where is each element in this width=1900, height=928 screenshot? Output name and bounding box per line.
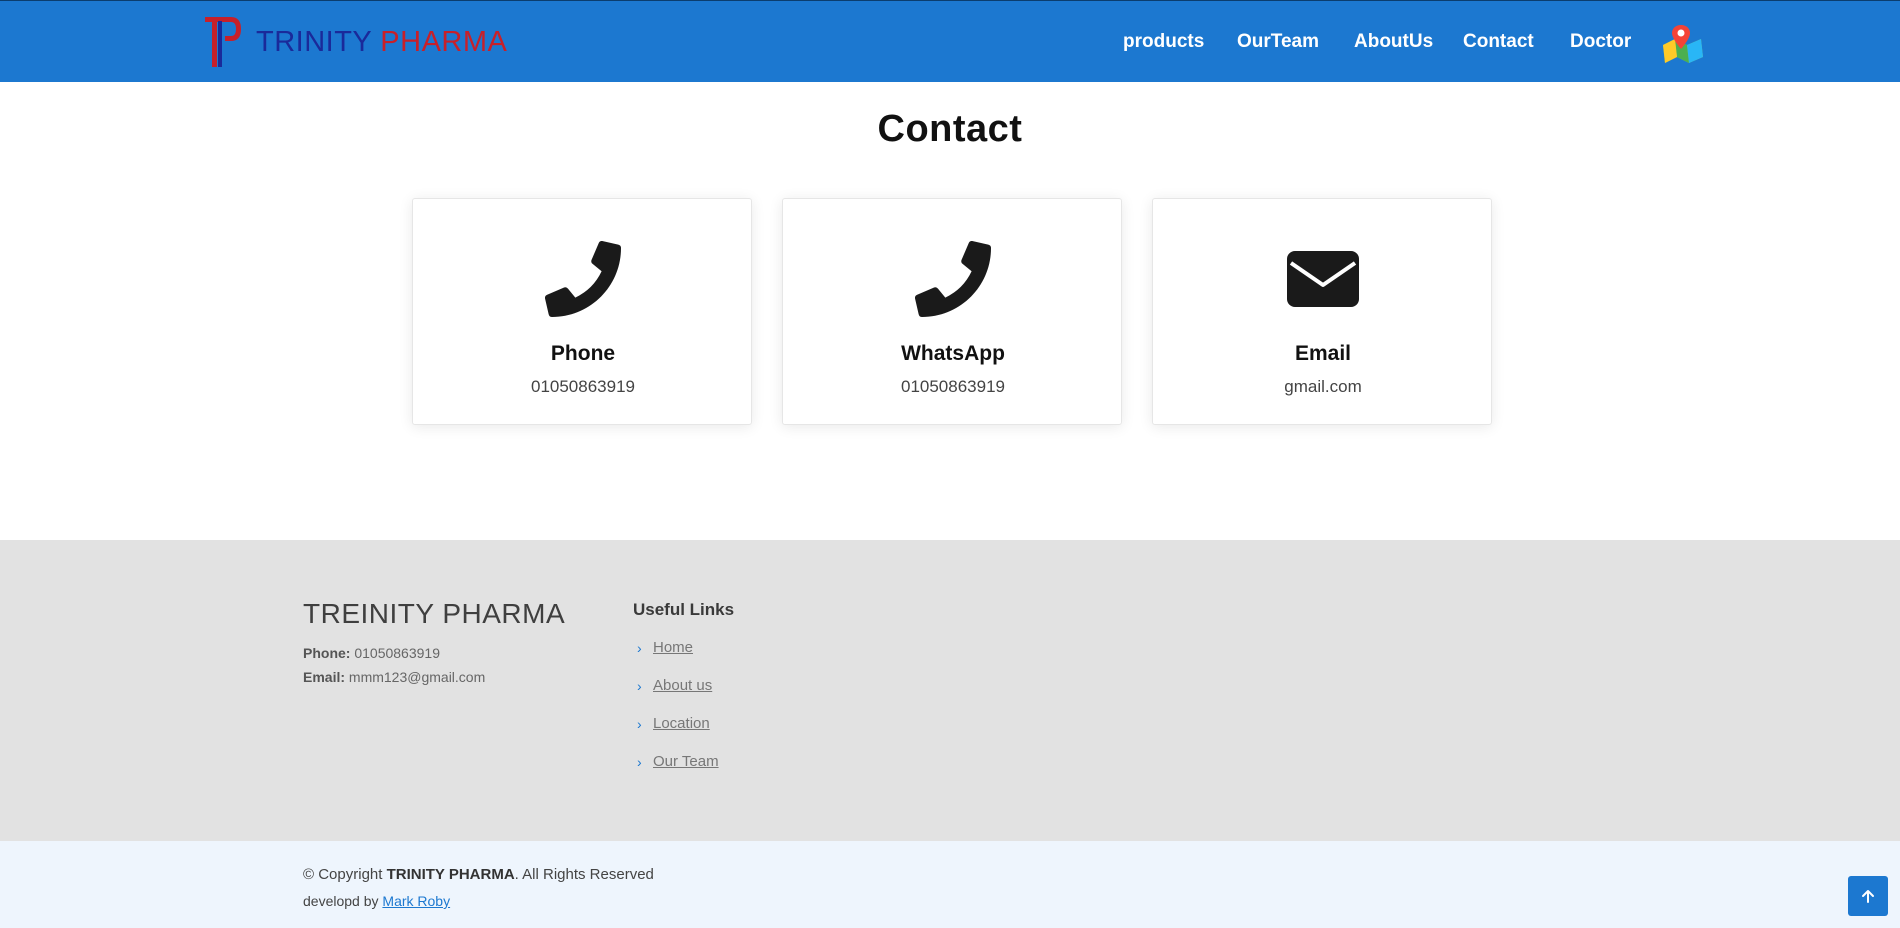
footer-email: Email: mmm123@gmail.com <box>303 669 485 685</box>
card-value: 01050863919 <box>530 377 635 396</box>
chevron-right-icon: › <box>637 715 642 732</box>
footer-link-home[interactable]: › Home <box>637 639 693 656</box>
footer-link-about[interactable]: › About us <box>637 677 712 694</box>
chevron-right-icon: › <box>637 677 642 694</box>
footer-link-location[interactable]: › Location <box>637 715 710 732</box>
developer-link[interactable]: Mark Roby <box>382 893 450 909</box>
footer-phone-value: 01050863919 <box>354 645 440 661</box>
nav-link-aboutus[interactable]: AboutUs <box>1354 31 1433 53</box>
contact-card-email: Email gmail.com <box>1152 198 1492 425</box>
page-title: Contact <box>877 108 1023 150</box>
footer-link-label[interactable]: About us <box>653 677 712 694</box>
footer-brand: TREINITY PHARMA <box>303 598 566 629</box>
developer-prefix: developd by <box>303 893 379 909</box>
site-footer: TREINITY PHARMA Phone: 01050863919 Email… <box>0 540 1900 841</box>
logo-mark-icon <box>205 17 241 67</box>
copyright-prefix: © Copyright <box>303 866 383 883</box>
phone-icon <box>545 241 621 317</box>
footer-link-ourteam[interactable]: › Our Team <box>637 753 719 770</box>
copyright-bar: © Copyright TRINITY PHARMA. All Rights R… <box>0 841 1900 928</box>
footer-phone-label: Phone: <box>303 645 351 661</box>
card-title: Phone <box>550 342 616 365</box>
nav-link-contact[interactable]: Contact <box>1463 31 1534 53</box>
copyright-suffix: . All Rights Reserved <box>514 866 654 883</box>
map-pin-icon[interactable] <box>1661 23 1705 63</box>
brand-logo[interactable]: TRINITY PHARMA <box>203 15 507 69</box>
card-title: Email <box>1294 342 1352 365</box>
card-title: WhatsApp <box>901 342 1005 365</box>
brand-word-1: TRINITY <box>256 26 373 58</box>
arrow-up-icon <box>1862 890 1874 903</box>
brand-name: TRINITY PHARMA <box>256 15 507 69</box>
nav-link-products[interactable]: products <box>1123 31 1204 53</box>
footer-link-label[interactable]: Our Team <box>653 753 719 770</box>
copyright-text: © Copyright TRINITY PHARMA. All Rights R… <box>303 866 654 883</box>
brand-word-2: PHARMA <box>380 26 508 58</box>
copyright-brand: TRINITY PHARMA <box>386 866 515 883</box>
card-value: gmail.com <box>1284 377 1362 396</box>
footer-email-value: mmm123@gmail.com <box>348 669 486 685</box>
nav-link-ourteam[interactable]: OurTeam <box>1237 31 1319 53</box>
phone-icon <box>915 241 991 317</box>
envelope-icon <box>1287 251 1359 307</box>
footer-link-label[interactable]: Location <box>653 715 710 732</box>
nav-link-doctor[interactable]: Doctor <box>1570 31 1631 53</box>
footer-phone: Phone: 01050863919 <box>303 645 440 661</box>
footer-link-label[interactable]: Home <box>653 639 693 656</box>
chevron-right-icon: › <box>637 639 642 656</box>
footer-email-label: Email: <box>303 669 346 685</box>
contact-card-whatsapp: WhatsApp 01050863919 <box>782 198 1122 425</box>
developer-credit: developd by Mark Roby <box>303 893 450 909</box>
site-header: TRINITY PHARMA products OurTeam AboutUs C… <box>0 0 1900 82</box>
back-to-top-button[interactable] <box>1848 876 1888 916</box>
useful-links-title: Useful Links <box>633 600 735 619</box>
contact-card-phone: Phone 01050863919 <box>412 198 752 425</box>
chevron-right-icon: › <box>637 753 642 770</box>
card-value: 01050863919 <box>900 377 1005 396</box>
